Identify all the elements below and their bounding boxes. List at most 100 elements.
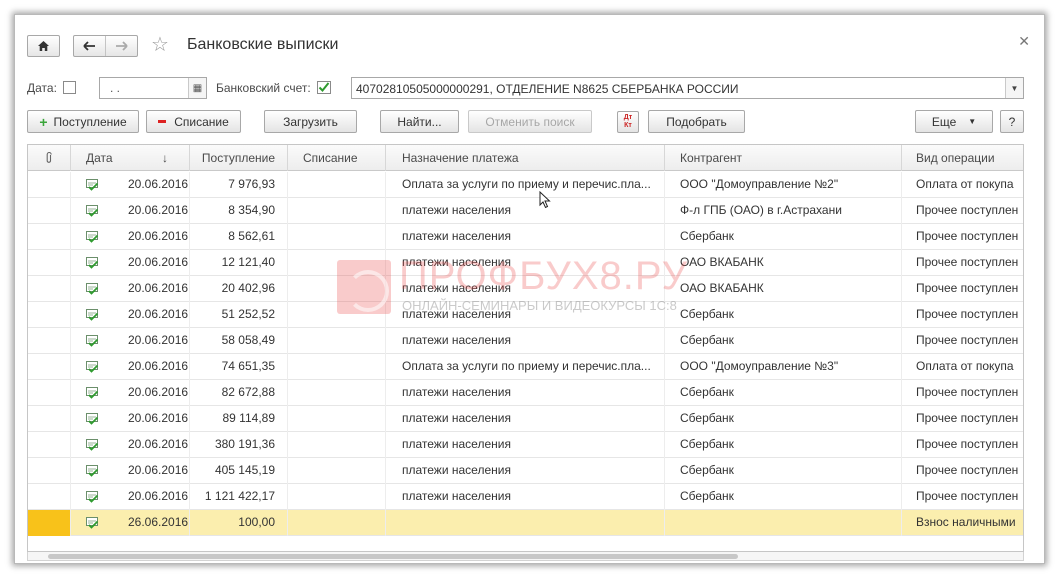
calendar-icon[interactable]: ▦ [188,78,206,98]
purpose-cell: платежи населения [386,432,665,458]
bank-account-field[interactable]: 40702810505000000291, ОТДЕЛЕНИЕ N8625 СБ… [351,77,1024,99]
writeoff-cell [288,198,386,224]
operation-type-cell: Прочее поступлен [902,224,1023,250]
horizontal-scrollbar-thumb[interactable] [48,554,738,559]
receipt-cell: 89 114,89 [190,406,288,432]
date-label: Дата: [27,81,57,95]
table-row[interactable]: 20.06.2016 1 121 422,17 платежи населения С… [28,484,1023,510]
posted-document-icon [86,491,99,503]
table-row[interactable]: 20.06.2016 380 191,36 платежи населения Сбе… [28,432,1023,458]
date-column-header[interactable]: Дата ↓ [71,145,190,171]
page-title: Банковские выписки [187,36,339,53]
operation-type-cell: Прочее поступлен [902,198,1023,224]
table-row[interactable]: 20.06.2016 12 121,40 платежи населения ОАО … [28,250,1023,276]
dtkt-report-button[interactable]: Дт Кт [617,111,639,133]
table-header: Дата ↓ Поступление Списание Назначение п… [28,145,1023,171]
receipt-cell: 380 191,36 [190,432,288,458]
horizontal-scrollbar[interactable] [27,552,1024,561]
bank-statements-window: ☆ Банковские выписки ✕ Дата: . . ▦ Банко… [15,15,1044,563]
posted-document-icon [86,179,99,191]
close-icon[interactable]: ✕ [1018,33,1030,50]
chevron-down-icon[interactable]: ▼ [1005,78,1023,98]
row-marker [28,406,71,432]
receipt-cell: 12 121,40 [190,250,288,276]
more-button[interactable]: Еще ▼ [915,110,993,133]
operation-type-cell: Прочее поступлен [902,328,1023,354]
writeoff-button[interactable]: Списание [146,110,241,133]
operation-type-column-header[interactable]: Вид операции [902,145,1023,171]
favorite-star-icon[interactable]: ☆ [151,34,169,56]
home-button[interactable] [27,35,60,57]
writeoff-cell [288,484,386,510]
receipt-button[interactable]: + Поступление [27,110,139,133]
receipt-column-header[interactable]: Поступление [190,145,288,171]
posted-document-icon [86,205,99,217]
date-field[interactable]: . . ▦ [99,77,207,99]
writeoff-button-label: Списание [174,114,229,129]
receipt-cell: 58 058,49 [190,328,288,354]
row-marker [28,484,71,510]
table-row[interactable]: 20.06.2016 8 354,90 платежи населения Ф-л Г… [28,198,1023,224]
table-row[interactable]: 20.06.2016 8 562,61 платежи населения Сберб… [28,224,1023,250]
operation-type-cell: Прочее поступлен [902,432,1023,458]
posted-document-icon [86,517,99,529]
counterparty-cell: Сбербанк [665,406,902,432]
back-button[interactable] [74,36,105,56]
writeoff-cell [288,380,386,406]
writeoff-cell [288,276,386,302]
help-button[interactable]: ? [1000,110,1024,133]
operation-type-cell: Прочее поступлен [902,302,1023,328]
dtkt-icon: Дт Кт [623,114,633,129]
arrow-right-icon [116,41,128,51]
counterparty-cell: Сбербанк [665,458,902,484]
row-marker [28,198,71,224]
forward-button[interactable] [105,36,137,56]
attachment-column-header[interactable] [28,145,71,171]
find-button[interactable]: Найти... [380,110,459,133]
purpose-cell: платежи населения [386,380,665,406]
table-row[interactable]: 20.06.2016 7 976,93 Оплата за услуги по пр… [28,172,1023,198]
cancel-search-button[interactable]: Отменить поиск [468,110,592,133]
purpose-column-header[interactable]: Назначение платежа [386,145,665,171]
table-row[interactable]: 20.06.2016 89 114,89 платежи населения Сбер… [28,406,1023,432]
operation-type-cell: Прочее поступлен [902,380,1023,406]
date-value: . . [110,81,121,95]
writeoff-column-header[interactable]: Списание [288,145,386,171]
writeoff-cell [288,510,386,536]
counterparty-cell: Сбербанк [665,328,902,354]
purpose-cell: платежи населения [386,406,665,432]
select-button[interactable]: Подобрать [648,110,745,133]
row-marker [28,328,71,354]
operation-type-cell: Прочее поступлен [902,406,1023,432]
counterparty-cell: Ф-л ГПБ (ОАО) в г.Астрахани [665,198,902,224]
table-row[interactable]: 20.06.2016 82 672,88 платежи населения Сбер… [28,380,1023,406]
posted-document-icon [86,257,99,269]
date-checkbox[interactable] [63,81,76,94]
posted-document-icon [86,361,99,373]
counterparty-cell: ООО "Домоуправление №2" [665,172,902,198]
counterparty-column-header[interactable]: Контрагент [665,145,902,171]
load-button[interactable]: Загрузить [264,110,357,133]
purpose-cell: платежи населения [386,198,665,224]
account-label: Банковский счет: [216,81,311,95]
receipt-cell: 405 145,19 [190,458,288,484]
minus-icon [158,120,167,123]
table-row[interactable]: 26.06.2016 100,00 Взнос наличными [28,510,1023,536]
table-row[interactable]: 20.06.2016 74 651,35 Оплата за услуги по п… [28,354,1023,380]
home-icon [38,41,49,51]
writeoff-cell [288,302,386,328]
table-row[interactable]: 20.06.2016 20 402,96 платежи населения ОАО … [28,276,1023,302]
purpose-cell [386,510,665,536]
arrow-left-icon [83,41,95,51]
table-row[interactable]: 20.06.2016 405 145,19 платежи населения Сбе… [28,458,1023,484]
counterparty-cell: Сбербанк [665,302,902,328]
table-row[interactable]: 20.06.2016 58 058,49 платежи населения Сбер… [28,328,1023,354]
row-marker [28,510,71,536]
table-row[interactable]: 20.06.2016 51 252,52 платежи населения Сбер… [28,302,1023,328]
posted-document-icon [86,309,99,321]
receipt-button-label: Поступление [53,114,127,129]
account-checkbox[interactable] [317,81,331,94]
row-marker [28,302,71,328]
receipt-cell: 7 976,93 [190,172,288,198]
date-column-label: Дата [86,151,113,165]
